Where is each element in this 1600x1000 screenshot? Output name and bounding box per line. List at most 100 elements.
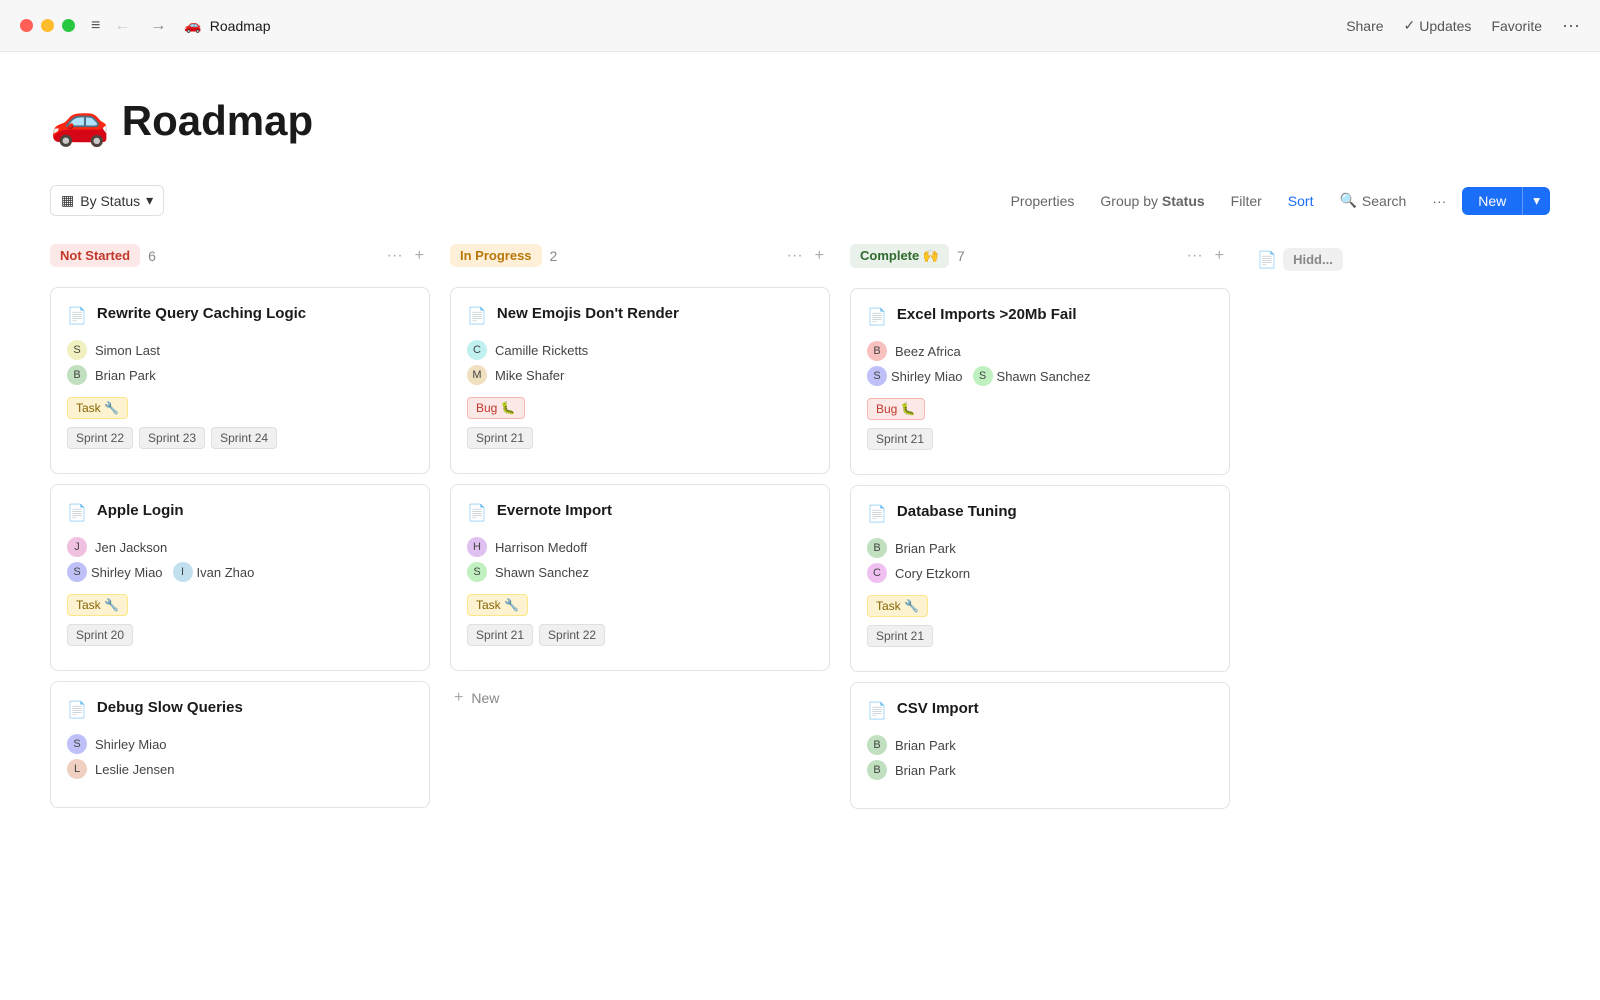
new-button-group: New ▾	[1462, 187, 1550, 215]
person-name: Brian Park	[95, 368, 156, 383]
column-add-complete[interactable]: +	[1209, 245, 1230, 267]
updates-button[interactable]: ✓ Updates	[1404, 17, 1472, 34]
card-title: New Emojis Don't Render	[497, 304, 679, 324]
tag-bug: Bug 🐛	[467, 397, 525, 419]
card-people: H Harrison Medoff S Shawn Sanchez	[467, 537, 813, 582]
column-header-complete: Complete 🙌 7 ··· +	[850, 240, 1230, 272]
tag-task: Task 🔧	[867, 595, 928, 617]
person-name: Mike Shafer	[495, 368, 564, 383]
maximize-button[interactable]	[62, 19, 75, 32]
person-row: L Leslie Jensen	[67, 759, 413, 779]
doc-icon: 📄	[867, 504, 887, 524]
more-toolbar-button[interactable]: ···	[1422, 187, 1456, 215]
column-more-in-progress[interactable]: ···	[781, 245, 809, 267]
card-tags: Bug 🐛	[467, 397, 813, 419]
properties-button[interactable]: Properties	[1001, 187, 1085, 215]
filter-button[interactable]: Filter	[1221, 187, 1272, 215]
group-by-button[interactable]: Group by Status	[1090, 187, 1214, 215]
person-row: H Harrison Medoff	[467, 537, 813, 557]
column-header-hidden: 📄 Hidd...	[1257, 244, 1343, 275]
traffic-lights	[20, 19, 75, 32]
more-options-button[interactable]: ···	[1562, 15, 1580, 36]
person-row: B Brian Park	[867, 538, 1213, 558]
column-count-complete: 7	[957, 248, 965, 264]
hamburger-button[interactable]: ≡	[91, 17, 100, 35]
avatar: J	[67, 537, 87, 557]
column-add-not-started[interactable]: +	[409, 245, 430, 267]
heading-emoji: 🚗	[50, 92, 110, 149]
column-complete: Complete 🙌 7 ··· + 📄 Excel Imports >20Mb…	[850, 240, 1230, 819]
card-sprints: Sprint 21 Sprint 22	[467, 624, 813, 646]
avatar: B	[867, 735, 887, 755]
card-excel-imports[interactable]: 📄 Excel Imports >20Mb Fail B Beez Africa…	[850, 288, 1230, 475]
forward-button[interactable]: →	[144, 13, 172, 39]
card-title-row: 📄 Evernote Import	[467, 501, 813, 523]
person-name: Shirley Miao	[891, 369, 963, 384]
card-csv-import[interactable]: 📄 CSV Import B Brian Park B Brian Park	[850, 682, 1230, 809]
back-button[interactable]: ←	[108, 13, 136, 39]
column-add-in-progress[interactable]: +	[809, 245, 830, 267]
avatar: S	[467, 562, 487, 582]
doc-icon: 📄	[67, 503, 87, 523]
new-button-dropdown[interactable]: ▾	[1522, 187, 1550, 215]
person-name: Cory Etzkorn	[895, 566, 970, 581]
card-title: Excel Imports >20Mb Fail	[897, 305, 1077, 325]
status-badge-complete: Complete 🙌	[850, 244, 949, 268]
person-row: C Camille Ricketts	[467, 340, 813, 360]
avatar: M	[467, 365, 487, 385]
card-title: Evernote Import	[497, 501, 612, 521]
column-more-complete[interactable]: ···	[1181, 245, 1209, 267]
sort-button[interactable]: Sort	[1278, 187, 1324, 215]
tag-bug: Bug 🐛	[867, 398, 925, 420]
search-button[interactable]: 🔍 Search	[1329, 186, 1416, 215]
person-row: B Brian Park	[867, 735, 1213, 755]
column-not-started: Not Started 6 ··· + 📄 Rewrite Query Cach…	[50, 240, 430, 818]
view-selector-button[interactable]: ▦ By Status ▾	[50, 185, 164, 216]
column-more-not-started[interactable]: ···	[381, 245, 409, 267]
doc-icon: 📄	[867, 307, 887, 327]
card-title: Apple Login	[97, 501, 184, 521]
group-by-label: Group by	[1100, 193, 1158, 209]
card-apple-login[interactable]: 📄 Apple Login J Jen Jackson S Shirley Mi…	[50, 484, 430, 671]
add-new-in-progress[interactable]: + New	[450, 681, 830, 715]
avatar: B	[867, 760, 887, 780]
person-name: Shirley Miao	[95, 737, 167, 752]
card-title-row: 📄 CSV Import	[867, 699, 1213, 721]
column-count-not-started: 6	[148, 248, 156, 264]
sprint-tag: Sprint 23	[139, 427, 205, 449]
search-label: Search	[1362, 193, 1406, 209]
card-database-tuning[interactable]: 📄 Database Tuning B Brian Park C Cory Et…	[850, 485, 1230, 672]
check-icon: ✓	[1404, 17, 1416, 34]
status-badge-in-progress: In Progress	[450, 244, 542, 267]
close-button[interactable]	[20, 19, 33, 32]
avatar: S	[67, 340, 87, 360]
heading-title: Roadmap	[122, 97, 313, 145]
share-button[interactable]: Share	[1346, 18, 1383, 34]
avatar: S	[973, 366, 993, 386]
title-bar-page-title: 🚗 Roadmap	[184, 17, 1346, 34]
doc-icon: 📄	[67, 306, 87, 326]
favorite-button[interactable]: Favorite	[1491, 18, 1542, 34]
person-row: J Jen Jackson	[67, 537, 413, 557]
tag-task: Task 🔧	[467, 594, 528, 616]
card-debug-slow-queries[interactable]: 📄 Debug Slow Queries S Shirley Miao L Le…	[50, 681, 430, 808]
column-header-in-progress: In Progress 2 ··· +	[450, 240, 830, 271]
new-button[interactable]: New	[1462, 187, 1522, 215]
card-evernote-import[interactable]: 📄 Evernote Import H Harrison Medoff S Sh…	[450, 484, 830, 671]
board: Not Started 6 ··· + 📄 Rewrite Query Cach…	[50, 240, 1550, 819]
card-new-emojis[interactable]: 📄 New Emojis Don't Render C Camille Rick…	[450, 287, 830, 474]
column-count-in-progress: 2	[550, 248, 558, 264]
hidden-column: 📄 Hidd...	[1250, 240, 1350, 291]
card-title-row: 📄 New Emojis Don't Render	[467, 304, 813, 326]
card-tags: Task 🔧	[67, 594, 413, 616]
card-rewrite-query[interactable]: 📄 Rewrite Query Caching Logic S Simon La…	[50, 287, 430, 474]
card-sprints: Sprint 22 Sprint 23 Sprint 24	[67, 427, 413, 449]
person-name: Jen Jackson	[95, 540, 167, 555]
hidden-label: Hidd...	[1283, 248, 1343, 271]
toolbar-left: ▦ By Status ▾	[50, 185, 164, 216]
avatar: S	[867, 366, 887, 386]
person-name: Leslie Jensen	[95, 762, 175, 777]
minimize-button[interactable]	[41, 19, 54, 32]
column-in-progress: In Progress 2 ··· + 📄 New Emojis Don't R…	[450, 240, 830, 715]
avatar: I	[173, 562, 193, 582]
